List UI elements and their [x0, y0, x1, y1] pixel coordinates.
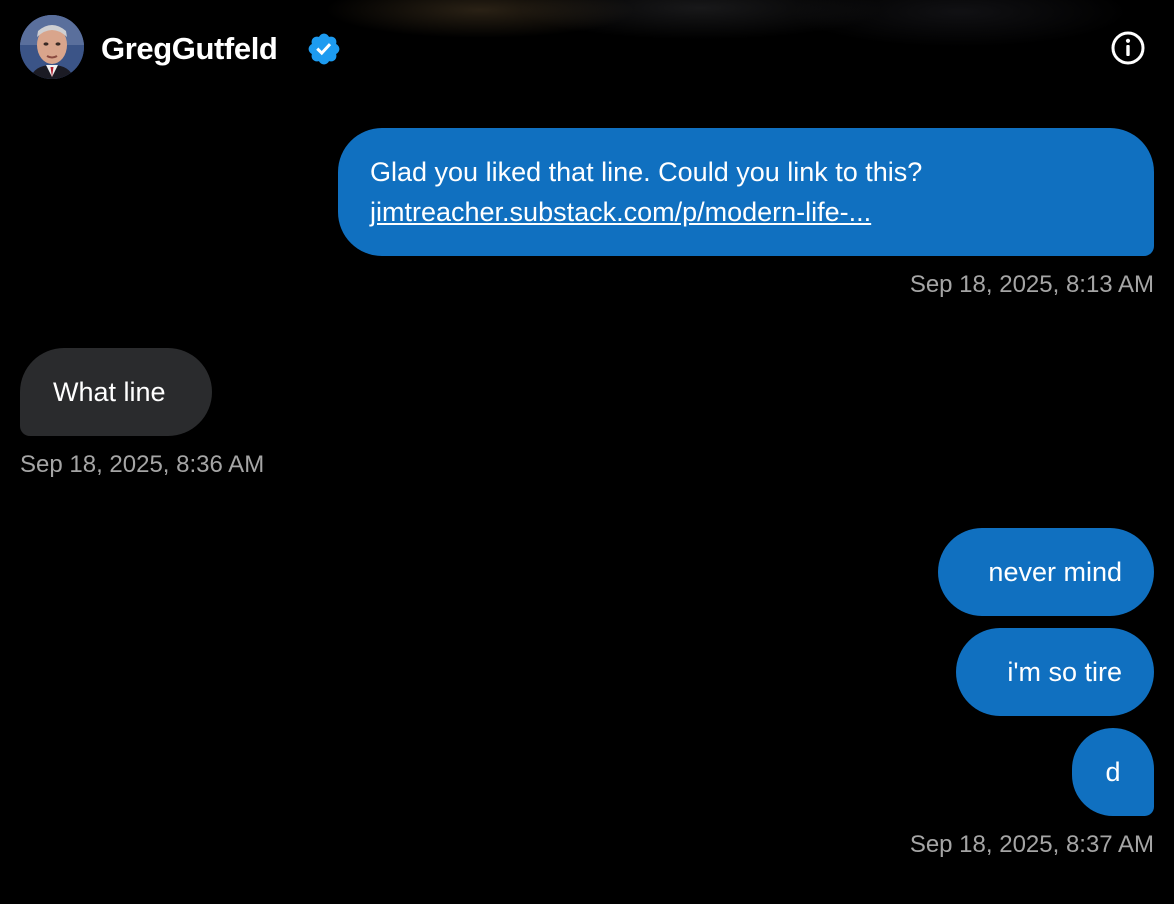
message-timestamp: Sep 18, 2025, 8:36 AM	[20, 451, 265, 478]
message-bubble-outgoing[interactable]: d	[1072, 728, 1154, 816]
message-timestamp: Sep 18, 2025, 8:37 AM	[909, 831, 1154, 858]
verified-badge-icon	[308, 33, 340, 65]
message-text: Glad you liked that line. Could you link…	[370, 157, 923, 187]
info-icon[interactable]	[1110, 30, 1146, 66]
message-bubble-outgoing[interactable]: Glad you liked that line. Could you link…	[338, 128, 1154, 256]
conversation-header: GregGutfeld	[0, 0, 1174, 100]
message-text: i'm so tire	[1007, 657, 1122, 687]
message-text: What line	[53, 377, 166, 407]
message-link[interactable]: jimtreacher.substack.com/p/modern-life-.…	[370, 192, 1122, 232]
avatar-photo-icon	[20, 15, 84, 79]
message-bubble-outgoing[interactable]: never mind	[938, 528, 1154, 616]
avatar[interactable]	[20, 15, 84, 79]
message-text: never mind	[988, 557, 1122, 587]
contact-name[interactable]: GregGutfeld	[101, 30, 278, 68]
message-timestamp: Sep 18, 2025, 8:13 AM	[909, 271, 1154, 298]
conversation-view: GregGutfeld Glad you liked that line. Co…	[0, 0, 1174, 904]
message-bubble-incoming[interactable]: What line	[20, 348, 212, 436]
message-bubble-outgoing[interactable]: i'm so tire	[956, 628, 1154, 716]
message-text: d	[1105, 757, 1121, 787]
